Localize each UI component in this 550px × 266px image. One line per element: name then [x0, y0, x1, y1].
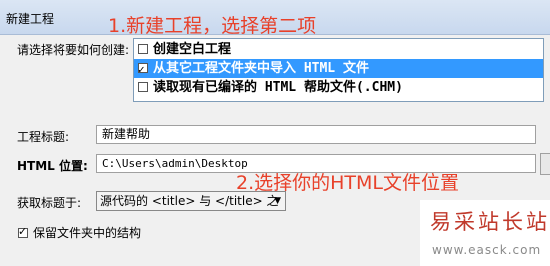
chevron-down-icon: ▼ — [274, 196, 281, 206]
html-location-label: HTML 位置: — [17, 159, 88, 173]
site-watermark: 易采站长站 www.easck.com — [420, 200, 550, 266]
title-source-select[interactable]: 源代码的 <title> 与 </title> 之 ▼ — [96, 191, 286, 211]
project-title-label: 工程标题: — [17, 130, 70, 144]
annotation-step-1: 1.新建工程，选择第二项 — [108, 15, 317, 37]
project-title-field[interactable]: 新建帮助 — [96, 125, 536, 144]
watermark-logo-text: 易采站长站 — [430, 210, 550, 234]
keep-structure-option[interactable]: 保留文件夹中的结构 — [18, 224, 141, 241]
option-label: 从其它工程文件夹中导入 HTML 文件 — [153, 61, 369, 76]
option-label: 创建空白工程 — [153, 42, 232, 57]
title-source-label: 获取标题于: — [17, 196, 82, 210]
browse-button[interactable] — [540, 153, 550, 175]
option-label: 读取现有已编译的 HTML 帮助文件(.CHM) — [153, 80, 403, 95]
option-checkbox[interactable] — [138, 60, 148, 79]
option-read-chm[interactable]: 读取现有已编译的 HTML 帮助文件(.CHM) — [134, 78, 543, 97]
option-checkbox[interactable] — [138, 81, 148, 92]
option-checkbox[interactable] — [138, 43, 148, 54]
title-source-value: 源代码的 <title> 与 </title> 之 — [100, 194, 279, 208]
watermark-url: www.easck.com — [432, 243, 542, 257]
option-blank-project[interactable]: 创建空白工程 — [134, 40, 543, 59]
dialog-title: 新建工程 — [6, 12, 55, 26]
keep-structure-label: 保留文件夹中的结构 — [33, 226, 142, 240]
create-mode-label: 请选择将要如何创建: — [17, 43, 130, 57]
keep-structure-checkbox[interactable] — [18, 225, 28, 238]
create-mode-list[interactable]: 创建空白工程 从其它工程文件夹中导入 HTML 文件 读取现有已编译的 HTML… — [133, 38, 544, 102]
option-import-html[interactable]: 从其它工程文件夹中导入 HTML 文件 — [134, 59, 543, 79]
